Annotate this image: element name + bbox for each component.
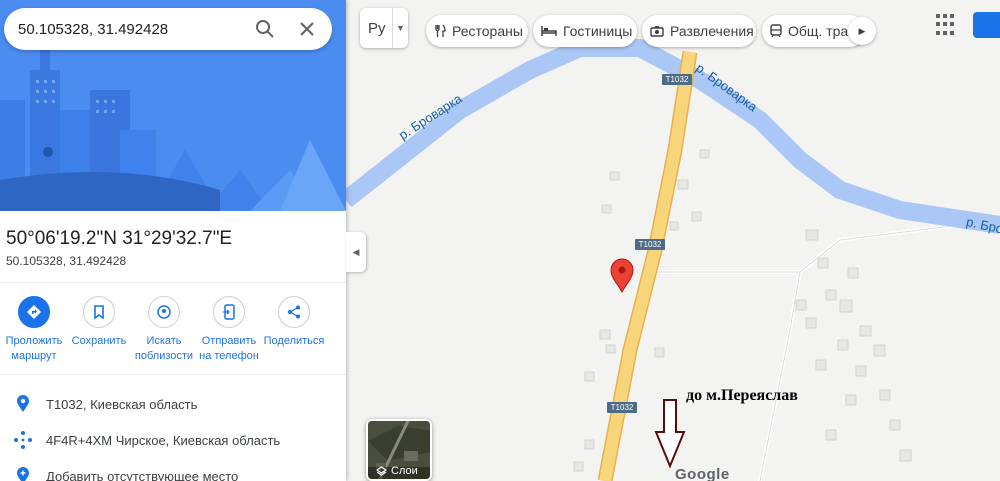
search-input[interactable] <box>18 20 238 38</box>
share-label: Поделиться <box>263 335 325 347</box>
divider <box>0 282 346 283</box>
hero-illustration <box>0 0 346 211</box>
app-root: р. Броварка р. Броварка р. Бров T1032 T1… <box>0 0 1000 481</box>
location-pin-icon <box>0 395 46 413</box>
search-box[interactable] <box>4 8 332 50</box>
sign-in-button[interactable] <box>973 12 1000 38</box>
send-to-phone-label: Отправить на телефон <box>199 335 259 362</box>
search-icon[interactable] <box>244 8 286 50</box>
annotation-arrow-icon <box>654 399 686 469</box>
layers-label: Слои <box>391 465 418 477</box>
input-language-label: Ру <box>368 19 386 37</box>
layers-button[interactable]: Слои <box>366 419 432 481</box>
place-panel: 50°06'19.2"N 31°29'32.7"E 50.105328, 31.… <box>0 0 346 481</box>
road-label: T1032 <box>665 75 689 84</box>
add-place-icon <box>0 467 46 481</box>
chips-scroll-right-button[interactable]: ▶ <box>848 17 876 45</box>
add-place-row[interactable]: Добавить отсутствующее место <box>0 459 346 481</box>
directions-label: Проложить маршрут <box>5 335 63 362</box>
divider <box>0 374 346 375</box>
share-button[interactable]: Поделиться <box>262 296 326 349</box>
chip-restaurants[interactable]: Рестораны <box>426 15 528 47</box>
close-icon[interactable] <box>286 8 328 50</box>
nearby-icon <box>148 296 180 328</box>
location-pin-icon[interactable] <box>610 258 634 294</box>
hotel-icon <box>541 25 557 37</box>
send-to-phone-icon <box>213 296 245 328</box>
chip-label: Гостиницы <box>563 23 633 39</box>
road-label: T1032 <box>638 240 662 249</box>
directions-icon <box>18 296 50 328</box>
place-subtitle: 50.105328, 31.492428 <box>6 254 127 268</box>
plus-code-text: 4F4R+4XM Чирское, Киевская область <box>46 432 281 448</box>
chevron-left-icon: ◀ <box>352 246 360 257</box>
bookmark-icon <box>83 296 115 328</box>
annotation-text: до м.Переяслав <box>686 387 798 404</box>
train-icon <box>770 24 782 38</box>
chip-label: Общ. тран <box>788 23 856 39</box>
send-to-phone-button[interactable]: Отправить на телефон <box>197 296 261 364</box>
chip-label: Рестораны <box>452 23 523 39</box>
add-place-text: Добавить отсутствующее место <box>46 468 239 481</box>
address-row[interactable]: T1032, Киевская область <box>0 387 346 421</box>
plus-code-icon <box>0 430 46 450</box>
apps-grid-icon[interactable] <box>936 14 958 36</box>
save-label: Сохранить <box>71 335 127 347</box>
input-tools-button[interactable]: Ру ▼ <box>360 8 408 48</box>
plus-code-row[interactable]: 4F4R+4XM Чирское, Киевская область <box>0 423 346 457</box>
chevron-right-icon: ▶ <box>858 25 866 36</box>
camera-icon <box>650 25 664 37</box>
save-button[interactable]: Сохранить <box>67 296 131 349</box>
address-text: T1032, Киевская область <box>46 396 198 412</box>
google-logo: Google <box>675 466 730 481</box>
restaurant-icon <box>434 24 446 38</box>
directions-button[interactable]: Проложить маршрут <box>2 296 66 364</box>
layers-label-group: Слои <box>376 465 418 477</box>
place-title: 50°06'19.2"N 31°29'32.7"E <box>6 228 233 249</box>
nearby-label: Искать поблизости <box>134 335 194 362</box>
layers-icon <box>376 466 387 476</box>
collapse-panel-button[interactable]: ◀ <box>346 232 366 272</box>
chip-hotels[interactable]: Гостиницы <box>533 15 637 47</box>
chevron-down-icon[interactable]: ▼ <box>392 8 408 48</box>
share-icon <box>278 296 310 328</box>
chip-entertainment[interactable]: Развлечения <box>642 15 756 47</box>
road-label: T1032 <box>610 403 634 412</box>
chip-label: Развлечения <box>670 23 754 39</box>
nearby-button[interactable]: Искать поблизости <box>132 296 196 364</box>
